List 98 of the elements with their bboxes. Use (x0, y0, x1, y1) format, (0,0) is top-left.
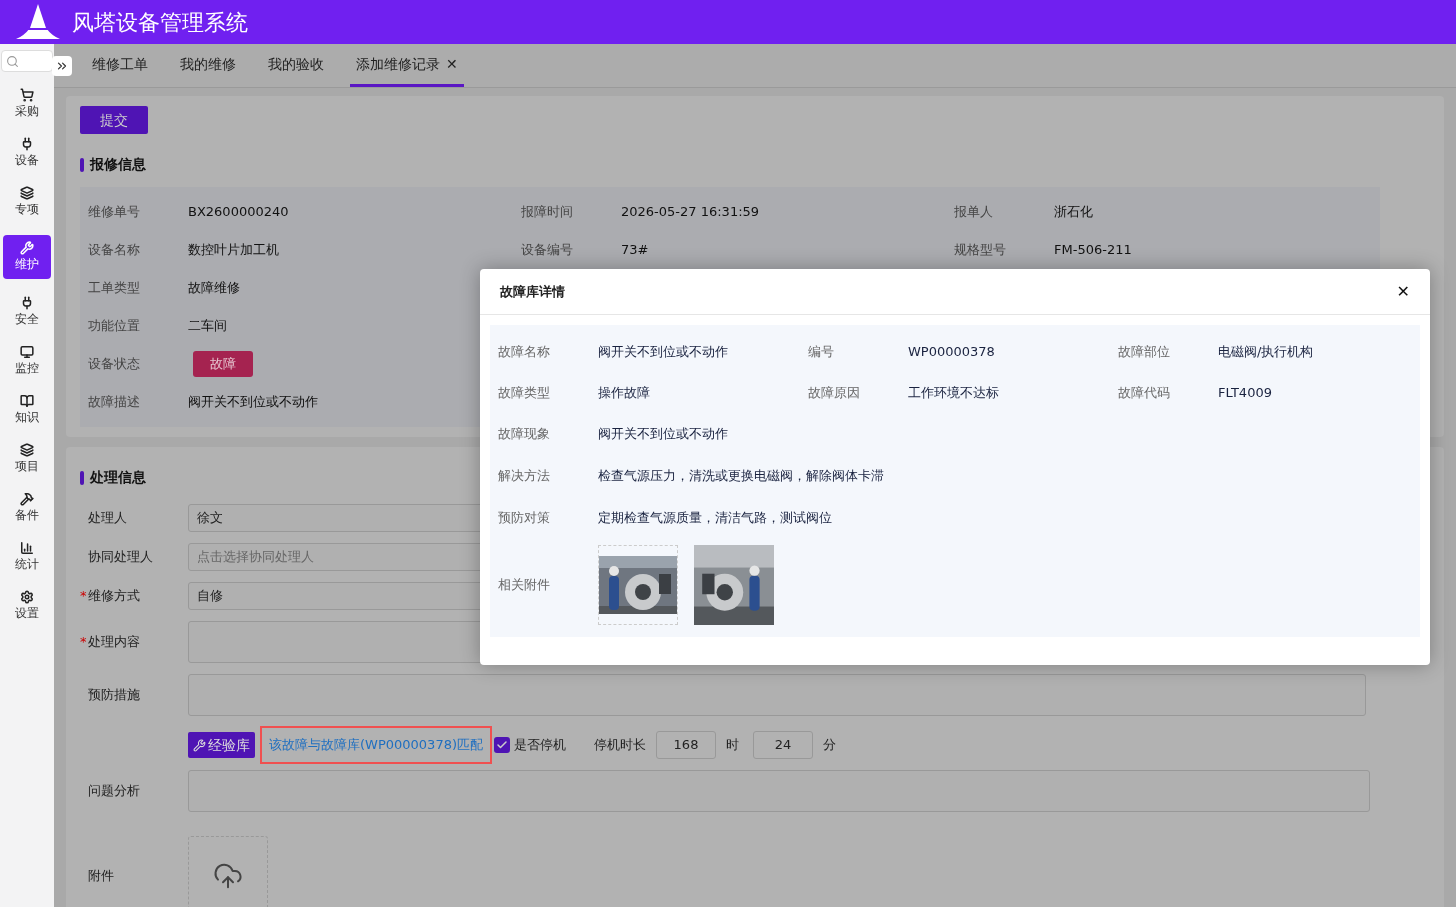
unit-label: 时 (726, 736, 739, 755)
field-label: 预防措施 (88, 686, 140, 705)
field-label: 故障描述 (88, 393, 141, 412)
field-value: FM-506-211 (1054, 241, 1132, 260)
detail-value: WP00000378 (908, 342, 995, 361)
field-value: BX2600000240 (188, 203, 289, 222)
nav-icon (20, 443, 34, 457)
attachment-frame[interactable] (598, 545, 678, 625)
detail-label: 相关附件 (498, 576, 551, 595)
nav-icon (20, 88, 34, 102)
detail-label: 故障现象 (498, 425, 551, 444)
field-value: 浙石化 (1054, 203, 1093, 222)
detail-label: 故障类型 (498, 383, 551, 402)
detail-value: 阀开关不到位或不动作 (598, 342, 728, 361)
field-value: 二车间 (188, 317, 227, 336)
field-value: 故障维修 (188, 279, 240, 298)
field-value: 数控叶片加工机 (188, 241, 279, 260)
detail-value: 工作环境不达标 (908, 383, 999, 402)
unit-label: 分 (823, 736, 836, 755)
checkbox[interactable] (494, 737, 510, 753)
nav-icon (20, 345, 34, 359)
detail-label: 故障原因 (808, 383, 861, 402)
modal-title: 故障库详情 (500, 282, 565, 301)
detail-value: 操作故障 (598, 383, 650, 402)
upload-icon (213, 861, 243, 891)
sidebar-item[interactable]: 设置 (3, 590, 51, 622)
check-icon (496, 739, 508, 751)
tab[interactable]: 维修工单 (86, 44, 154, 87)
nav-icon (20, 541, 34, 555)
detail-label: 故障名称 (498, 342, 551, 361)
sidebar-item[interactable]: 安全 (3, 296, 51, 328)
detail-label: 预防对策 (498, 509, 551, 528)
field-label: 功能位置 (88, 317, 141, 336)
sidebar-item[interactable]: 监控 (3, 345, 51, 377)
field-label: 报单人 (954, 203, 994, 222)
detail-value: FLT4009 (1218, 383, 1272, 402)
duration-label: 停机时长 (594, 736, 646, 755)
detail-label: 故障代码 (1118, 383, 1171, 402)
section-title: 报修信息 (90, 155, 146, 174)
required-mark: * (80, 587, 88, 606)
field-label: 规格型号 (954, 241, 1007, 260)
field-label: 问题分析 (87, 782, 141, 801)
close-button[interactable]: ✕ (1396, 279, 1410, 304)
sidebar-item[interactable]: 统计 (3, 541, 51, 573)
sidebar-item[interactable]: 采购 (3, 88, 51, 120)
sidebar-item[interactable]: 专项 (3, 186, 51, 218)
field-label: 协同处理人 (88, 548, 153, 567)
hours-field[interactable]: 168 (656, 731, 716, 759)
detail-label: 解决方法 (498, 467, 551, 486)
field-value: 阀开关不到位或不动作 (188, 393, 318, 412)
checkbox-label: 是否停机 (514, 736, 566, 755)
nav-icon (20, 394, 34, 408)
tab[interactable]: 我的验收 (262, 44, 330, 87)
nav-icon (20, 186, 34, 200)
app-title: 风塔设备管理系统 (72, 8, 248, 37)
nav-icon (20, 492, 34, 506)
detail-label: 编号 (808, 342, 835, 361)
logo-icon (16, 4, 60, 40)
detail-label: 故障部位 (1118, 342, 1171, 361)
field-label: 处理人 (88, 509, 127, 528)
field-label: 处理内容 (88, 633, 140, 652)
upload-area[interactable] (188, 836, 268, 907)
field-label: 附件 (87, 867, 115, 886)
field-label: 维修单号 (88, 203, 141, 222)
field-label: 维修方式 (88, 587, 140, 606)
minutes-field[interactable]: 24 (753, 731, 813, 759)
field-value: 73# (621, 241, 649, 260)
field-value: 2026-05-27 16:31:59 (621, 203, 760, 222)
wrench-icon (193, 738, 206, 752)
detail-value: 电磁阀/执行机构 (1218, 342, 1314, 361)
experience-button[interactable]: 经验库 (188, 732, 255, 758)
section-title: 处理信息 (90, 468, 146, 487)
nav-icon (20, 590, 34, 604)
field-label: 设备名称 (88, 241, 141, 260)
required-mark: * (80, 633, 88, 652)
collapse-button[interactable] (52, 55, 72, 76)
detail-value: 定期检查气源质量，清洁气路，测试阀位 (598, 509, 832, 528)
field-label: 工单类型 (88, 279, 141, 298)
field-label: 设备编号 (521, 241, 574, 260)
search-field[interactable] (1, 50, 53, 72)
field-label: 设备状态 (88, 355, 141, 374)
detail-value: 阀开关不到位或不动作 (598, 425, 728, 444)
status-tag: 故障 (193, 351, 253, 377)
nav-icon (20, 241, 34, 255)
nav-icon (20, 296, 34, 310)
nav-icon (20, 137, 34, 151)
sidebar-item[interactable]: 知识 (3, 394, 51, 426)
detail-value: 检查气源压力，清洗或更换电磁阀，解除阀体卡滞 (598, 467, 884, 486)
sidebar-item[interactable]: 备件 (3, 492, 51, 524)
sidebar-item[interactable]: 项目 (3, 443, 51, 475)
sidebar-item[interactable]: 设备 (3, 137, 51, 169)
search-icon (6, 54, 19, 68)
field-label: 报障时间 (521, 203, 574, 222)
tab[interactable]: 添加维修记录 ✕ (350, 44, 464, 87)
tab[interactable]: 我的维修 (174, 44, 242, 87)
sidebar-item[interactable]: 维护 (3, 235, 51, 279)
submit-button[interactable]: 提交 (80, 106, 148, 134)
close-tab-button[interactable]: ✕ (446, 53, 458, 75)
